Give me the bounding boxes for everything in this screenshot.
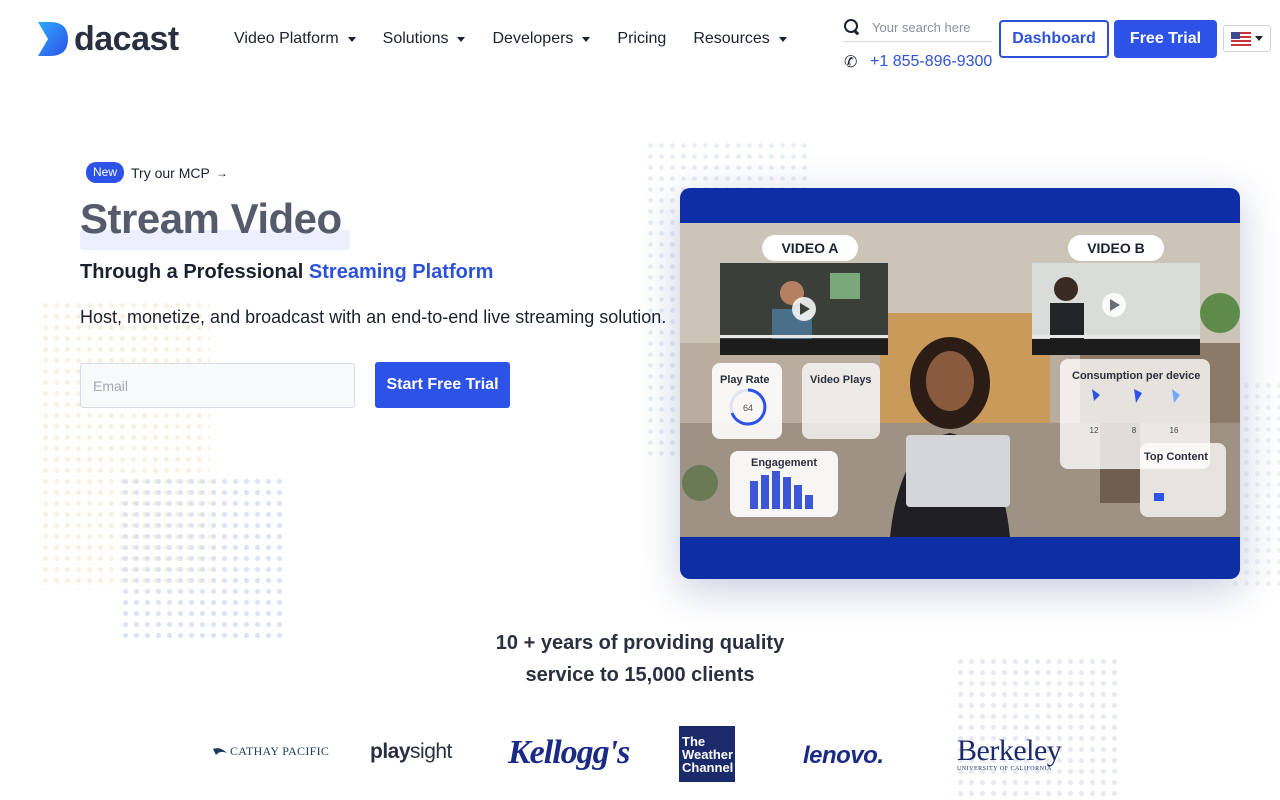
- nav-solutions[interactable]: Solutions: [383, 28, 466, 50]
- dacast-logo[interactable]: dacast: [36, 20, 179, 58]
- search-icon[interactable]: [844, 18, 861, 37]
- cathay-pacific-logo: CATHAY PACIFIC: [213, 744, 329, 759]
- new-badge: New: [86, 162, 125, 183]
- nav-label: Solutions: [382, 30, 449, 47]
- nav-pricing[interactable]: Pricing: [617, 28, 666, 50]
- subtitle-accent: Streaming Platform: [308, 261, 494, 283]
- video-a-label: VIDEO A: [781, 240, 838, 256]
- berkeley-text: Berkeley: [957, 734, 1062, 767]
- email-field[interactable]: [80, 363, 355, 408]
- playsight-logo: play sight: [370, 740, 452, 764]
- logo-text: dacast: [74, 20, 179, 58]
- berkeley-logo: Berkeley UNIVERSITY OF CALIFORNIA: [957, 734, 1062, 773]
- caret-down-icon: [1255, 36, 1263, 41]
- nav-label: Pricing: [617, 30, 667, 47]
- arrow-right-icon: →: [215, 165, 228, 180]
- playsight-text: sight: [410, 740, 452, 763]
- trust-statement: 10 + years of providing quality service …: [440, 627, 840, 691]
- video-b-label: VIDEO B: [1087, 240, 1145, 256]
- nav-developers[interactable]: Developers: [492, 28, 591, 50]
- site-header: dacast Video Platform Solutions Develope…: [0, 0, 1280, 80]
- playsight-text: play: [370, 740, 411, 763]
- us-flag-icon: [1231, 31, 1251, 46]
- berkeley-subtext: UNIVERSITY OF CALIFORNIA: [957, 766, 1052, 772]
- phone-icon: ✆: [844, 54, 858, 71]
- subtitle-prefix: Through a Professional: [80, 261, 309, 283]
- caret-down-icon: [457, 36, 466, 42]
- hero-video[interactable]: VIDEO A VIDEO B Play Rate 64 Video Plays…: [680, 188, 1240, 579]
- caret-down-icon: [778, 36, 787, 42]
- search-input[interactable]: [872, 20, 992, 35]
- consumption-value: 8: [1132, 426, 1137, 435]
- language-selector[interactable]: [1223, 25, 1271, 52]
- caret-down-icon: [347, 36, 356, 42]
- nav-resources[interactable]: Resources: [693, 28, 787, 50]
- play-rate-label: Play Rate: [720, 374, 770, 386]
- hero-title: Stream Video: [80, 195, 342, 242]
- weather-text: Channel: [682, 760, 734, 775]
- kelloggs-logo: Kellogg's: [508, 734, 630, 771]
- consumption-value: 12: [1090, 426, 1099, 435]
- trust-line-1: 10 + years of providing quality: [495, 632, 785, 654]
- dacast-chevron-icon: [38, 22, 68, 56]
- phone-contact: ✆ +1 855-896-9300: [844, 52, 992, 72]
- header-search: [842, 14, 992, 42]
- consumption-value: 16: [1170, 426, 1179, 435]
- free-trial-button[interactable]: Free Trial: [1114, 20, 1217, 58]
- mcp-link-text: Try our MCP: [131, 164, 210, 181]
- phone-link[interactable]: +1 855-896-9300: [870, 53, 992, 71]
- hero-subtitle: Through a Professional Streaming Platfor…: [80, 259, 493, 285]
- nav-label: Video Platform: [234, 30, 339, 47]
- cathay-text: CATHAY PACIFIC: [230, 744, 330, 758]
- cathay-brushwing-icon: [213, 747, 227, 755]
- start-free-trial-button[interactable]: Start Free Trial: [375, 362, 510, 408]
- top-content-label: Top Content: [1144, 451, 1208, 463]
- play-rate-value: 64: [743, 403, 753, 413]
- nav-label: Resources: [693, 30, 770, 47]
- decorative-dots: [120, 476, 288, 644]
- client-logos: CATHAY PACIFIC play sight Kellogg's The W…: [0, 720, 1280, 790]
- nav-video-platform[interactable]: Video Platform: [234, 28, 356, 50]
- main-nav: Video Platform Solutions Developers Pric…: [234, 28, 814, 50]
- lenovo-logo: lenovo.: [803, 742, 884, 769]
- mcp-announcement[interactable]: New Try our MCP →: [86, 162, 228, 183]
- hero-description: Host, monetize, and broadcast with an en…: [80, 307, 667, 327]
- video-plays-label: Video Plays: [810, 374, 872, 386]
- engagement-label: Engagement: [751, 457, 817, 469]
- trust-line-2: service to 15,000 clients: [525, 664, 755, 686]
- video-scene: VIDEO A VIDEO B Play Rate 64 Video Plays…: [680, 223, 1240, 537]
- nav-label: Developers: [492, 30, 574, 47]
- caret-down-icon: [582, 36, 591, 42]
- consumption-label: Consumption per device: [1072, 370, 1200, 382]
- dashboard-button[interactable]: Dashboard: [999, 20, 1109, 58]
- weather-channel-logo: The Weather Channel: [679, 726, 735, 782]
